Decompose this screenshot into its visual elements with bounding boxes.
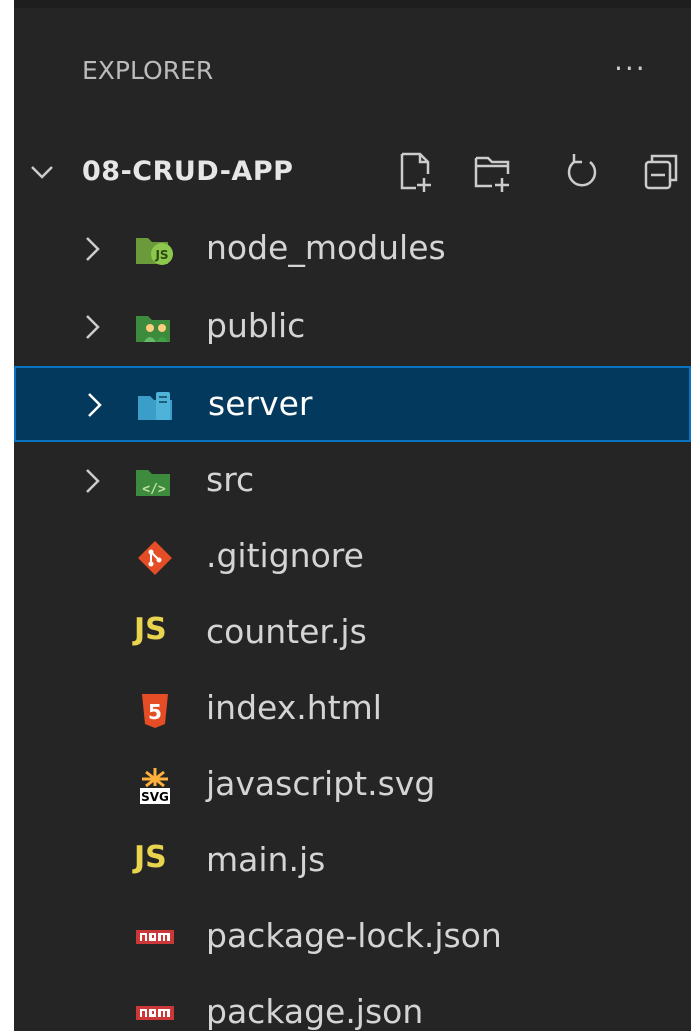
tree-item-label: package-lock.json bbox=[206, 916, 502, 955]
tree-item-counter-js[interactable]: JS counter.js bbox=[14, 596, 691, 672]
tree-item-label: server bbox=[208, 384, 313, 423]
node-modules-folder-icon: JS bbox=[136, 238, 173, 265]
collapse-all-icon[interactable] bbox=[642, 150, 682, 194]
html5-icon: 5 bbox=[142, 694, 168, 728]
new-folder-icon[interactable] bbox=[472, 150, 512, 194]
tree-item-gitignore[interactable]: .gitignore bbox=[14, 520, 691, 596]
more-actions-button[interactable]: ··· bbox=[614, 52, 647, 85]
svg-text:</>: </> bbox=[142, 482, 166, 497]
new-file-icon[interactable] bbox=[396, 150, 436, 194]
chevron-right-icon bbox=[86, 237, 100, 261]
svg-text:JS: JS bbox=[154, 248, 168, 262]
svg-icon: SVG bbox=[140, 768, 170, 804]
tree-item-label: package.json bbox=[206, 992, 424, 1031]
javascript-icon: JS bbox=[134, 840, 167, 875]
tree-item-label: counter.js bbox=[206, 612, 367, 651]
tree-item-server[interactable]: server bbox=[14, 366, 691, 442]
tree-item-index-html[interactable]: 5 index.html bbox=[14, 672, 691, 748]
javascript-icon: JS bbox=[134, 612, 167, 647]
svg-text:5: 5 bbox=[148, 700, 162, 724]
tree-item-label: node_modules bbox=[206, 228, 446, 267]
explorer-title: EXPLORER bbox=[82, 56, 214, 85]
tree-item-label: .gitignore bbox=[206, 536, 364, 575]
npm-icon bbox=[136, 1006, 174, 1020]
tree-item-src[interactable]: </> src bbox=[14, 444, 691, 520]
tree-item-label: index.html bbox=[206, 688, 382, 727]
chevron-down-icon bbox=[31, 166, 53, 179]
npm-icon bbox=[136, 930, 174, 944]
tree-item-javascript-svg[interactable]: SVG javascript.svg bbox=[14, 748, 691, 824]
tree-item-label: main.js bbox=[206, 840, 326, 879]
public-folder-icon bbox=[136, 316, 170, 342]
tree-item-public[interactable]: public bbox=[14, 290, 691, 366]
top-strip bbox=[14, 0, 691, 8]
git-icon bbox=[138, 541, 172, 575]
svg-text:SVG: SVG bbox=[141, 790, 169, 804]
explorer-header: EXPLORER ··· bbox=[14, 40, 691, 110]
tree-item-package-lock-json[interactable]: package-lock.json bbox=[14, 900, 691, 976]
refresh-icon[interactable] bbox=[562, 150, 602, 194]
chevron-right-icon bbox=[86, 469, 100, 493]
explorer-panel: EXPLORER ··· 08-CRUD-APP JS node_modules… bbox=[14, 0, 691, 1031]
tree-item-node-modules[interactable]: JS node_modules bbox=[14, 212, 691, 288]
workspace-root[interactable]: 08-CRUD-APP bbox=[14, 144, 691, 204]
tree-item-label: public bbox=[206, 306, 306, 345]
workspace-name: 08-CRUD-APP bbox=[82, 156, 294, 187]
chevron-right-icon bbox=[88, 393, 102, 417]
tree-item-package-json[interactable]: package.json bbox=[14, 976, 691, 1031]
tree-item-label: javascript.svg bbox=[206, 764, 436, 803]
chevron-right-icon bbox=[86, 315, 100, 339]
server-folder-icon bbox=[138, 392, 172, 420]
tree-item-main-js[interactable]: JS main.js bbox=[14, 824, 691, 900]
tree-item-label: src bbox=[206, 460, 255, 499]
src-folder-icon: </> bbox=[136, 470, 170, 497]
